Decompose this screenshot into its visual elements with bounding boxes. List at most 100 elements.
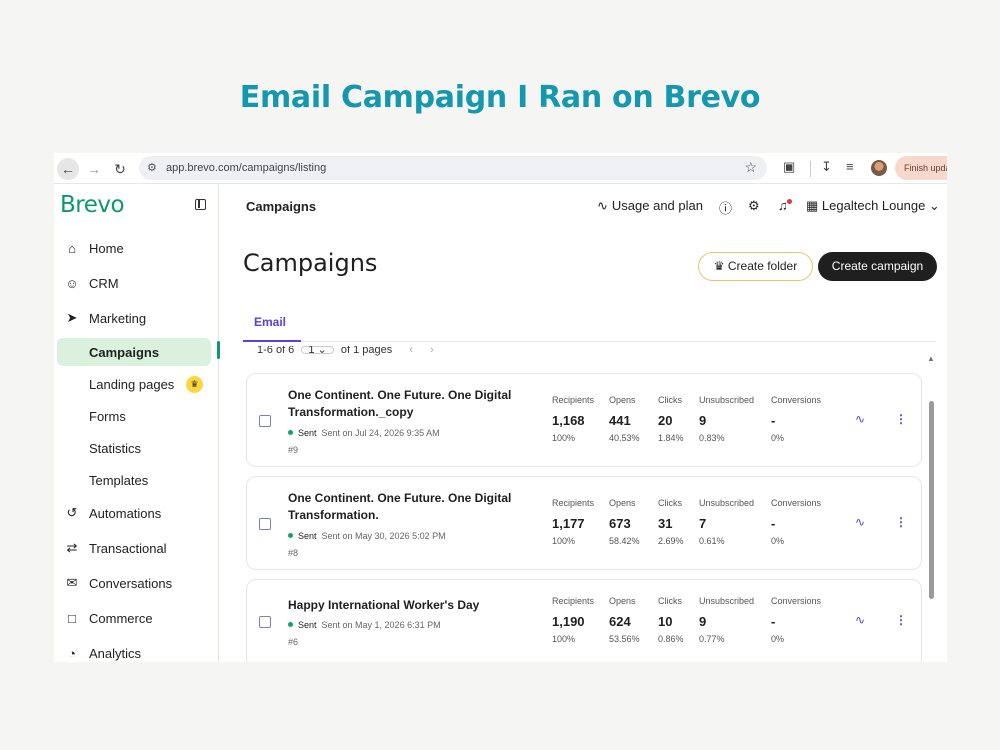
tab-email[interactable]: Email [254, 315, 286, 329]
sidebar-item-label: Commerce [89, 610, 153, 626]
sidebar-item-landing-pages[interactable]: Landing pages [89, 377, 174, 392]
campaign-title[interactable]: Happy International Worker's Day [288, 597, 528, 614]
sidebar-item-label: CRM [89, 275, 119, 291]
stat-opens: Opens 441 40.53% [609, 395, 640, 443]
prev-page-icon[interactable]: ‹ [409, 346, 413, 356]
more-options-icon[interactable]: ⋮ [895, 515, 907, 529]
address-bar[interactable]: ⚙ app.brevo.com/campaigns/listing ☆ [139, 156, 767, 180]
campaign-status: Sent Sent on Jul 24, 2026 9:35 AM [288, 428, 440, 438]
sent-date: Sent on May 1, 2026 6:31 PM [321, 620, 441, 630]
automation-icon: ↺ [66, 505, 78, 520]
extensions-icon[interactable]: ▣ [783, 159, 795, 175]
browser-toolbar: ← → ↻ ⚙ app.brevo.com/campaigns/listing … [54, 153, 947, 184]
campaign-checkbox[interactable] [259, 616, 271, 628]
sidebar-item-campaigns[interactable]: Campaigns [89, 345, 159, 360]
stat-percent: 2.69% [658, 536, 684, 546]
sidebar-item-analytics[interactable]: ◔ Analytics [64, 643, 141, 662]
back-icon[interactable]: ← [57, 158, 79, 180]
campaign-card[interactable]: One Continent. One Future. One Digital T… [246, 476, 922, 570]
status-label: Sent [298, 531, 317, 541]
sidebar-item-label: Analytics [89, 645, 142, 661]
sidebar-item-marketing[interactable]: ➤ Marketing [64, 308, 147, 328]
stat-recipients: Recipients 1,190 100% [552, 596, 594, 644]
sidebar-item-automations[interactable]: ↺ Automations [64, 503, 162, 523]
campaign-card[interactable]: Happy International Worker's Day Sent Sen… [246, 579, 922, 662]
transfer-icon: ⇄ [66, 540, 78, 555]
forward-icon[interactable]: → [83, 158, 105, 180]
campaign-title[interactable]: One Continent. One Future. One Digital T… [288, 387, 528, 421]
stat-label: Recipients [552, 596, 595, 606]
send-icon: ➤ [66, 310, 78, 325]
toolbar-divider [810, 161, 811, 177]
scrollbar-thumb[interactable] [929, 401, 934, 599]
tabs-divider [243, 341, 936, 342]
download-icon[interactable]: ↧ [821, 159, 832, 175]
stat-value: 9 [699, 614, 707, 629]
stat-percent: 100% [552, 634, 576, 644]
sidebar-item-crm[interactable]: ☺ CRM [64, 273, 119, 293]
stat-label: Opens [609, 498, 636, 508]
sidebar: Brevo ⌂ Home ☺ CRM ➤ Marketing Campaigns… [54, 185, 220, 662]
campaign-checkbox[interactable] [259, 518, 271, 530]
stat-value: 441 [609, 413, 631, 428]
reload-icon[interactable]: ↻ [109, 158, 131, 180]
stat-percent: 40.53% [609, 433, 640, 443]
campaign-id: #9 [288, 445, 299, 455]
stat-percent: 0% [771, 536, 785, 546]
create-folder-button[interactable]: ♛ Create folder [698, 252, 813, 281]
status-dot [288, 622, 293, 627]
account-menu[interactable]: ▦ Legaltech Lounge ⌄ [806, 198, 940, 214]
activity-icon: ∿ [597, 198, 608, 213]
sidebar-item-commerce[interactable]: □ Commerce [64, 608, 153, 628]
user-circle-icon: ☺ [65, 275, 79, 291]
home-icon: ⌂ [68, 240, 76, 256]
stat-recipients: Recipients 1,177 100% [552, 498, 594, 546]
stat-percent: 100% [552, 433, 576, 443]
create-folder-label: Create folder [727, 259, 798, 273]
activity-report-icon[interactable]: ∿ [855, 412, 865, 426]
profile-avatar[interactable] [871, 160, 887, 176]
url-text: app.brevo.com/campaigns/listing [166, 162, 327, 174]
page-headline: Email Campaign I Ran on Brevo [239, 80, 761, 115]
site-settings-icon[interactable]: ⚙ [147, 161, 157, 174]
campaign-card[interactable]: One Continent. One Future. One Digital T… [246, 373, 922, 467]
crown-icon: ♛ [713, 259, 725, 273]
stat-value: 20 [658, 413, 673, 428]
brevo-logo[interactable]: Brevo [60, 192, 125, 218]
sidebar-item-home[interactable]: ⌂ Home [64, 238, 124, 258]
chat-icon: ✉ [66, 575, 78, 590]
more-options-icon[interactable]: ⋮ [895, 412, 907, 426]
stat-percent: 0.83% [699, 433, 725, 443]
bookmark-star-icon[interactable]: ☆ [744, 159, 757, 176]
campaign-checkbox[interactable] [259, 415, 271, 427]
stat-percent: 58.42% [609, 536, 640, 546]
create-campaign-button[interactable]: Create campaign [818, 252, 937, 281]
active-indicator [217, 341, 220, 359]
stat-percent: 53.56% [609, 634, 640, 644]
collapse-sidebar-icon[interactable] [195, 199, 206, 210]
help-icon[interactable]: ⓘ [719, 198, 732, 217]
stat-label: Unsubscribed [699, 498, 755, 508]
sidebar-item-statistics[interactable]: Statistics [89, 441, 141, 456]
account-name: Legaltech Lounge [821, 198, 926, 213]
scroll-up-icon[interactable]: ▲ [927, 354, 935, 363]
more-options-icon[interactable]: ⋮ [895, 613, 907, 627]
pager-range: 1-6 of 6 [257, 346, 295, 356]
stat-value: - [771, 413, 776, 428]
sidebar-item-conversations[interactable]: ✉ Conversations [64, 573, 173, 593]
sidebar-item-transactional[interactable]: ⇄ Transactional [64, 538, 167, 558]
sidebar-item-forms[interactable]: Forms [89, 409, 126, 424]
settings-gear-icon[interactable]: ⚙ [748, 198, 760, 214]
activity-report-icon[interactable]: ∿ [855, 613, 865, 627]
finish-update-button[interactable]: Finish upda [895, 156, 947, 180]
page-select[interactable]: 1 ⌄ [301, 346, 334, 356]
usage-and-plan-button[interactable]: ∿ Usage and plan [597, 198, 703, 214]
sidebar-item-templates[interactable]: Templates [89, 473, 148, 488]
next-page-icon[interactable]: › [430, 346, 434, 356]
reading-list-icon[interactable]: ≡ [846, 159, 854, 174]
activity-report-icon[interactable]: ∿ [855, 515, 865, 529]
topbar-title: Campaigns [246, 199, 317, 214]
stat-value: - [771, 614, 776, 629]
status-dot [288, 430, 293, 435]
campaign-title[interactable]: One Continent. One Future. One Digital T… [288, 490, 528, 524]
